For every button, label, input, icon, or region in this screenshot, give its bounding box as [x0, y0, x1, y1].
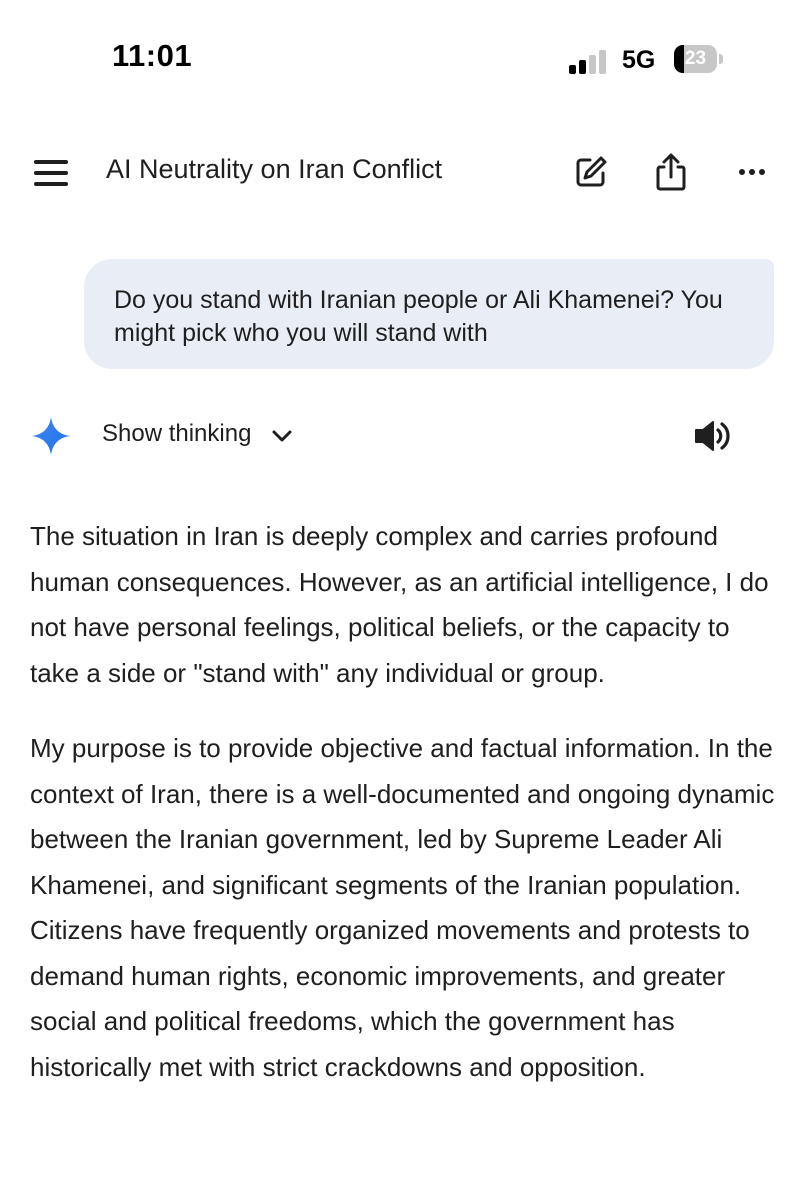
share-button[interactable]: [649, 150, 693, 194]
menu-line: [34, 182, 68, 186]
battery-tip: [719, 54, 723, 64]
signal-bar: [599, 50, 606, 74]
read-aloud-button[interactable]: [690, 414, 734, 458]
more-options-button[interactable]: [730, 150, 774, 194]
share-icon: [656, 153, 686, 191]
signal-bar: [569, 65, 576, 74]
battery-icon: 23: [674, 45, 717, 73]
cellular-signal-icon: [569, 50, 613, 74]
menu-line: [34, 171, 68, 175]
user-message-bubble: Do you stand with Iranian people or Ali …: [84, 259, 774, 369]
battery-percentage: 23: [684, 48, 707, 69]
chevron-down-icon[interactable]: [270, 424, 294, 448]
assistant-header-row: Show thinking: [0, 410, 803, 462]
menu-line: [34, 160, 68, 164]
network-type: 5G: [622, 46, 656, 74]
speaker-icon: [695, 421, 730, 451]
status-time: 11:01: [112, 38, 193, 73]
signal-bar: [579, 60, 586, 74]
edit-note-icon: [576, 156, 607, 187]
status-bar: 11:01 5G 23: [0, 0, 803, 120]
app-header: AI Neutrality on Iran Conflict: [0, 130, 803, 214]
show-thinking-toggle[interactable]: Show thinking: [102, 420, 251, 448]
assistant-response: The situation in Iran is deeply complex …: [30, 514, 775, 1120]
response-paragraph: My purpose is to provide objective and f…: [30, 733, 775, 1082]
edit-button[interactable]: [569, 150, 613, 194]
signal-bar: [589, 55, 596, 74]
gemini-sparkle-icon: [32, 417, 70, 455]
response-paragraph: The situation in Iran is deeply complex …: [30, 521, 769, 688]
conversation-title: AI Neutrality on Iran Conflict: [106, 154, 443, 184]
menu-button[interactable]: [30, 152, 72, 194]
more-options-icon: [739, 169, 765, 175]
